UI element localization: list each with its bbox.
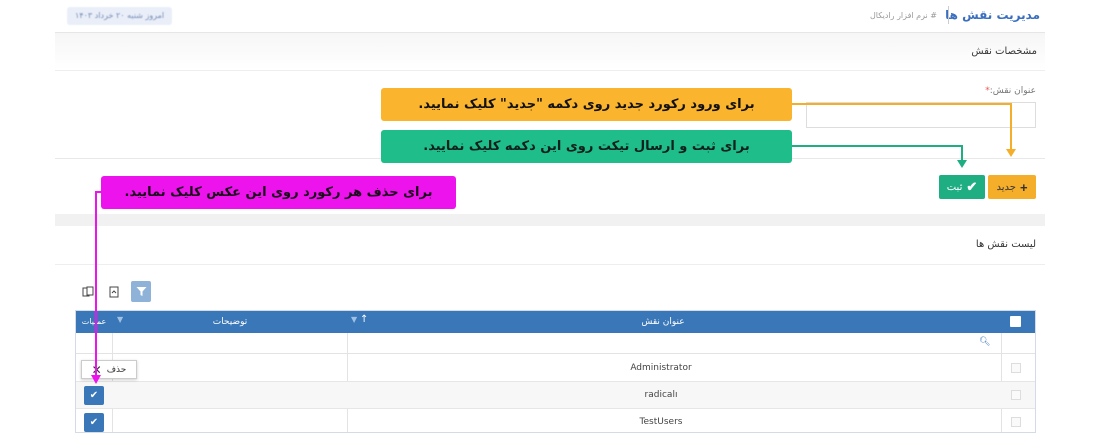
arrow-save-head: [957, 160, 967, 168]
arrow-new-head: [1006, 149, 1016, 157]
arrow-save: [792, 145, 963, 161]
arrow-delete-head: [91, 375, 101, 384]
arrow-new: [792, 103, 1012, 150]
page: امروز شنبه ۲۰ خرداد ۱۴۰۳ مدیریت نقش ها #…: [0, 0, 1100, 433]
arrow-delete: [95, 191, 101, 376]
callout-arrows: [91, 103, 1016, 384]
